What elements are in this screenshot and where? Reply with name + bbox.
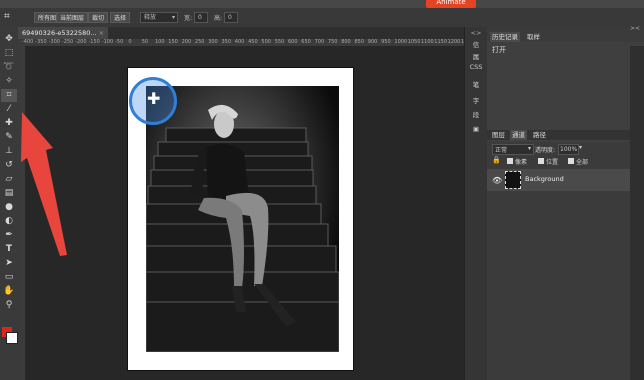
character-panel-icon[interactable]: 字: [465, 95, 487, 105]
opacity-label: 透明度:: [535, 147, 556, 154]
tab-paths[interactable]: 路径: [531, 130, 548, 140]
css-panel-icon[interactable]: CSS: [465, 63, 487, 71]
lock-position-label: 位置: [546, 159, 559, 166]
lock-position-checkbox[interactable]: [538, 158, 544, 164]
layer-name: Background: [525, 175, 564, 183]
layer-row[interactable]: 👁 Background: [487, 169, 644, 191]
history-item[interactable]: 打开: [492, 45, 506, 55]
blend-mode-value: 正常: [495, 147, 508, 154]
opacity-input[interactable]: 100%: [558, 144, 579, 155]
layer-thumbnail: [505, 171, 521, 189]
right-panel: >< 历史记录 取样 打开 图层 通道 路径 正常 ▾ 透明度: 100% ▾ …: [487, 25, 644, 380]
properties-panel-icon[interactable]: 属: [465, 51, 487, 61]
tab-samples[interactable]: 取样: [525, 32, 542, 42]
visibility-eye-icon[interactable]: 👁: [492, 176, 502, 185]
panel-scrollbar[interactable]: [630, 46, 644, 380]
layers-tabs: 图层 通道 路径: [487, 130, 644, 140]
lock-all-label: 全部: [576, 159, 589, 166]
panel-dock: <> 信 属 CSS 笔 字 段 ▣: [464, 27, 487, 380]
blend-mode-select[interactable]: 正常 ▾: [492, 144, 534, 155]
lock-pixels-label: 像素: [515, 159, 528, 166]
paragraph-panel-icon[interactable]: 段: [465, 109, 487, 119]
lock-pixels-checkbox[interactable]: [507, 158, 513, 164]
history-list: 打开: [487, 42, 644, 142]
arrow-shape: [21, 112, 67, 256]
collapse-icon[interactable]: <>: [465, 29, 487, 37]
tab-channels[interactable]: 通道: [510, 130, 527, 140]
collapse-icon[interactable]: ><: [630, 25, 640, 32]
brush-panel-icon[interactable]: 笔: [465, 79, 487, 89]
chevron-down-icon: ▾: [527, 145, 531, 152]
info-panel-icon[interactable]: 信: [465, 39, 487, 49]
lock-icon: 🔒: [492, 156, 501, 164]
lock-all-checkbox[interactable]: [568, 158, 574, 164]
image-panel-icon[interactable]: ▣: [465, 125, 487, 133]
chevron-down-icon[interactable]: ▾: [579, 144, 582, 151]
tab-layers[interactable]: 图层: [490, 130, 507, 140]
tab-history[interactable]: 历史记录: [490, 32, 520, 42]
